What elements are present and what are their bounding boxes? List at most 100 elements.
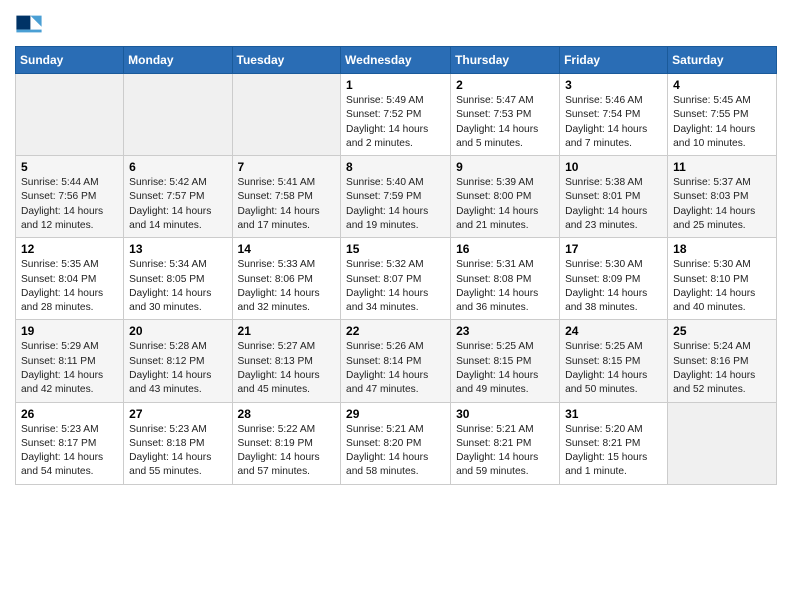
day-info: Sunrise: 5:35 AM Sunset: 8:04 PM Dayligh… xyxy=(21,258,118,315)
day-number: 20 xyxy=(129,324,226,338)
calendar-cell: 23 Sunrise: 5:25 AM Sunset: 8:15 PM Dayli… xyxy=(451,320,560,402)
day-number: 6 xyxy=(129,160,226,174)
day-number: 17 xyxy=(565,242,662,256)
day-info: Sunrise: 5:38 AM Sunset: 8:01 PM Dayligh… xyxy=(565,176,662,233)
calendar-cell: 11 Sunrise: 5:37 AM Sunset: 8:03 PM Dayli… xyxy=(668,156,777,238)
col-header-tuesday: Tuesday xyxy=(232,47,341,74)
col-header-saturday: Saturday xyxy=(668,47,777,74)
day-info: Sunrise: 5:21 AM Sunset: 8:20 PM Dayligh… xyxy=(346,423,445,480)
day-number: 1 xyxy=(346,78,445,92)
day-number: 18 xyxy=(673,242,771,256)
day-info: Sunrise: 5:47 AM Sunset: 7:53 PM Dayligh… xyxy=(456,94,554,151)
calendar-cell: 15 Sunrise: 5:32 AM Sunset: 8:07 PM Dayli… xyxy=(341,238,451,320)
day-number: 27 xyxy=(129,407,226,421)
day-number: 22 xyxy=(346,324,445,338)
day-number: 7 xyxy=(238,160,336,174)
week-row-4: 19 Sunrise: 5:29 AM Sunset: 8:11 PM Dayli… xyxy=(16,320,777,402)
calendar-cell: 12 Sunrise: 5:35 AM Sunset: 8:04 PM Dayli… xyxy=(16,238,124,320)
day-number: 26 xyxy=(21,407,118,421)
day-info: Sunrise: 5:23 AM Sunset: 8:18 PM Dayligh… xyxy=(129,423,226,480)
calendar-cell: 3Sunrise: 5:46 AM Sunset: 7:54 PM Daylig… xyxy=(560,74,668,156)
calendar-cell: 19 Sunrise: 5:29 AM Sunset: 8:11 PM Dayli… xyxy=(16,320,124,402)
day-info: Sunrise: 5:39 AM Sunset: 8:00 PM Dayligh… xyxy=(456,176,554,233)
day-info: Sunrise: 5:23 AM Sunset: 8:17 PM Dayligh… xyxy=(21,423,118,480)
day-number: 19 xyxy=(21,324,118,338)
day-number: 23 xyxy=(456,324,554,338)
day-info: Sunrise: 5:37 AM Sunset: 8:03 PM Dayligh… xyxy=(673,176,771,233)
day-info: Sunrise: 5:28 AM Sunset: 8:12 PM Dayligh… xyxy=(129,340,226,397)
calendar-cell xyxy=(232,74,341,156)
calendar-cell: 6 Sunrise: 5:42 AM Sunset: 7:57 PM Daylig… xyxy=(124,156,232,238)
calendar-table: SundayMondayTuesdayWednesdayThursdayFrid… xyxy=(15,46,777,485)
col-header-sunday: Sunday xyxy=(16,47,124,74)
calendar-cell: 17Sunrise: 5:30 AM Sunset: 8:09 PM Dayli… xyxy=(560,238,668,320)
day-info: Sunrise: 5:21 AM Sunset: 8:21 PM Dayligh… xyxy=(456,423,554,480)
calendar-cell xyxy=(668,402,777,484)
day-info: Sunrise: 5:32 AM Sunset: 8:07 PM Dayligh… xyxy=(346,258,445,315)
day-number: 21 xyxy=(238,324,336,338)
day-number: 30 xyxy=(456,407,554,421)
calendar-cell: 7 Sunrise: 5:41 AM Sunset: 7:58 PM Daylig… xyxy=(232,156,341,238)
day-info: Sunrise: 5:25 AM Sunset: 8:15 PM Dayligh… xyxy=(456,340,554,397)
day-number: 13 xyxy=(129,242,226,256)
week-row-1: 1 Sunrise: 5:49 AM Sunset: 7:52 PM Daylig… xyxy=(16,74,777,156)
calendar-cell: 9 Sunrise: 5:39 AM Sunset: 8:00 PM Daylig… xyxy=(451,156,560,238)
calendar-cell: 18Sunrise: 5:30 AM Sunset: 8:10 PM Dayli… xyxy=(668,238,777,320)
calendar-cell: 24 Sunrise: 5:25 AM Sunset: 8:15 PM Dayli… xyxy=(560,320,668,402)
col-header-monday: Monday xyxy=(124,47,232,74)
calendar-cell: 10 Sunrise: 5:38 AM Sunset: 8:01 PM Dayli… xyxy=(560,156,668,238)
day-number: 2 xyxy=(456,78,554,92)
week-row-5: 26 Sunrise: 5:23 AM Sunset: 8:17 PM Dayli… xyxy=(16,402,777,484)
calendar-cell: 8 Sunrise: 5:40 AM Sunset: 7:59 PM Daylig… xyxy=(341,156,451,238)
week-row-2: 5 Sunrise: 5:44 AM Sunset: 7:56 PM Daylig… xyxy=(16,156,777,238)
calendar-cell: 22 Sunrise: 5:26 AM Sunset: 8:14 PM Dayli… xyxy=(341,320,451,402)
day-info: Sunrise: 5:25 AM Sunset: 8:15 PM Dayligh… xyxy=(565,340,662,397)
calendar-cell: 4Sunrise: 5:45 AM Sunset: 7:55 PM Daylig… xyxy=(668,74,777,156)
calendar-cell: 29Sunrise: 5:21 AM Sunset: 8:20 PM Dayli… xyxy=(341,402,451,484)
col-header-thursday: Thursday xyxy=(451,47,560,74)
day-number: 10 xyxy=(565,160,662,174)
header-row: SundayMondayTuesdayWednesdayThursdayFrid… xyxy=(16,47,777,74)
day-number: 31 xyxy=(565,407,662,421)
calendar-cell: 25Sunrise: 5:24 AM Sunset: 8:16 PM Dayli… xyxy=(668,320,777,402)
day-info: Sunrise: 5:22 AM Sunset: 8:19 PM Dayligh… xyxy=(238,423,336,480)
day-number: 4 xyxy=(673,78,771,92)
day-number: 11 xyxy=(673,160,771,174)
day-info: Sunrise: 5:31 AM Sunset: 8:08 PM Dayligh… xyxy=(456,258,554,315)
calendar-cell: 30 Sunrise: 5:21 AM Sunset: 8:21 PM Dayli… xyxy=(451,402,560,484)
day-number: 14 xyxy=(238,242,336,256)
day-info: Sunrise: 5:24 AM Sunset: 8:16 PM Dayligh… xyxy=(673,340,771,397)
calendar-cell: 27 Sunrise: 5:23 AM Sunset: 8:18 PM Dayli… xyxy=(124,402,232,484)
logo-icon xyxy=(15,10,43,38)
logo xyxy=(15,10,47,38)
day-number: 12 xyxy=(21,242,118,256)
day-number: 9 xyxy=(456,160,554,174)
day-info: Sunrise: 5:20 AM Sunset: 8:21 PM Dayligh… xyxy=(565,423,662,480)
day-number: 5 xyxy=(21,160,118,174)
calendar-cell: 21 Sunrise: 5:27 AM Sunset: 8:13 PM Dayli… xyxy=(232,320,341,402)
calendar-cell: 20 Sunrise: 5:28 AM Sunset: 8:12 PM Dayli… xyxy=(124,320,232,402)
day-number: 28 xyxy=(238,407,336,421)
calendar-cell: 31 Sunrise: 5:20 AM Sunset: 8:21 PM Dayli… xyxy=(560,402,668,484)
day-info: Sunrise: 5:49 AM Sunset: 7:52 PM Dayligh… xyxy=(346,94,445,151)
day-number: 15 xyxy=(346,242,445,256)
calendar-cell xyxy=(16,74,124,156)
calendar-cell: 13Sunrise: 5:34 AM Sunset: 8:05 PM Dayli… xyxy=(124,238,232,320)
day-number: 24 xyxy=(565,324,662,338)
day-info: Sunrise: 5:44 AM Sunset: 7:56 PM Dayligh… xyxy=(21,176,118,233)
day-info: Sunrise: 5:26 AM Sunset: 8:14 PM Dayligh… xyxy=(346,340,445,397)
page-container: SundayMondayTuesdayWednesdayThursdayFrid… xyxy=(0,0,792,495)
day-info: Sunrise: 5:29 AM Sunset: 8:11 PM Dayligh… xyxy=(21,340,118,397)
day-info: Sunrise: 5:42 AM Sunset: 7:57 PM Dayligh… xyxy=(129,176,226,233)
day-number: 8 xyxy=(346,160,445,174)
col-header-friday: Friday xyxy=(560,47,668,74)
day-info: Sunrise: 5:27 AM Sunset: 8:13 PM Dayligh… xyxy=(238,340,336,397)
day-info: Sunrise: 5:40 AM Sunset: 7:59 PM Dayligh… xyxy=(346,176,445,233)
day-info: Sunrise: 5:41 AM Sunset: 7:58 PM Dayligh… xyxy=(238,176,336,233)
calendar-cell: 16 Sunrise: 5:31 AM Sunset: 8:08 PM Dayli… xyxy=(451,238,560,320)
calendar-cell: 26 Sunrise: 5:23 AM Sunset: 8:17 PM Dayli… xyxy=(16,402,124,484)
calendar-cell: 28 Sunrise: 5:22 AM Sunset: 8:19 PM Dayli… xyxy=(232,402,341,484)
day-number: 3 xyxy=(565,78,662,92)
header xyxy=(15,10,777,38)
day-number: 16 xyxy=(456,242,554,256)
